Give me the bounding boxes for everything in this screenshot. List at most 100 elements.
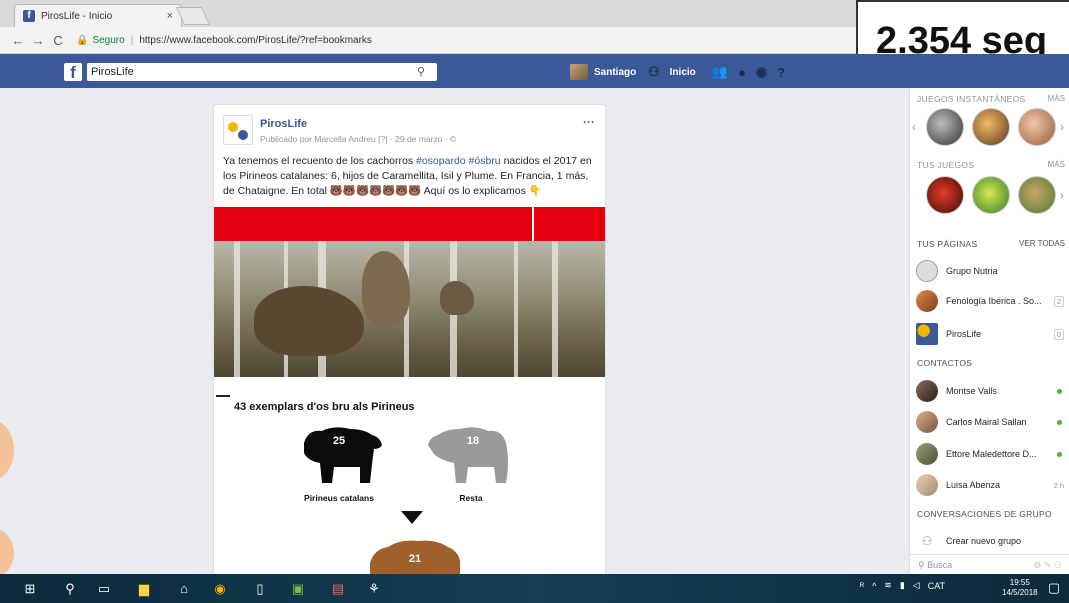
network-app-icon[interactable]: ⚘ [366,581,382,597]
friend-requests-icon[interactable]: 👥 [712,64,728,80]
game-thumb[interactable] [972,176,1010,214]
chevron-up-icon[interactable]: ^ [872,581,876,591]
last-active-time: 2 h [1053,480,1064,490]
notifications-icon[interactable]: ▢ [1046,580,1062,596]
reload-icon[interactable]: C [48,33,68,48]
photos-icon[interactable]: ▣ [290,581,306,597]
header-nav: ⚇ Inicio 👥 ● ◉ ? [648,63,795,81]
bear-gray-icon [428,427,508,483]
forward-icon[interactable]: → [28,33,48,48]
game-thumb[interactable] [972,108,1010,146]
task-view-icon[interactable]: ▭ [96,581,112,597]
contact-item[interactable]: Luisa Abenza 2 h [916,472,1068,498]
infographic-title: 43 exemplars d'os bru als Pirineus [234,401,415,413]
contact-item[interactable]: Montse Valls [916,378,1068,404]
post-options-icon[interactable]: ··· [583,115,595,129]
clock[interactable]: 19:55 14/5/2018 [1002,578,1038,598]
messages-icon[interactable]: ● [738,65,746,80]
page-count-badge: 0 [1053,328,1064,340]
contact-name: Carlos Mairal Sallan [946,417,1027,427]
contacts-heading: CONTACTOS [917,358,973,368]
sidebar-item-page[interactable]: Fenología Ibérica . So... 2 [916,288,1068,314]
tab-title: PirosLife - Inicio [41,10,113,22]
url-field[interactable]: 🔒 Seguro | https://www.facebook.com/Piro… [76,35,372,46]
online-indicator [1057,451,1062,457]
page-avatar [916,323,938,345]
avatar [916,443,938,465]
online-indicator [1057,419,1062,425]
profile-link[interactable]: Santiago [570,63,636,81]
system-tray: ᴿ ^ ≋ ▮ ◁ CAT [860,580,953,591]
find-friends-icon[interactable]: ⚇ [648,64,660,80]
battery-icon[interactable]: ▮ [900,580,905,591]
page-name-link[interactable]: PirosLife [260,118,307,130]
infographic-banner [214,207,605,241]
your-games-more-link[interactable]: MÁS [1048,160,1065,169]
bear-count-catalan: 25 [332,435,346,447]
avatar [916,474,938,496]
game-thumb[interactable] [1018,176,1056,214]
chat-search-placeholder: Busca [927,560,953,570]
create-group-button[interactable]: ⚇ Crear nuevo grupo [916,528,1068,554]
game-thumb[interactable] [926,176,964,214]
wifi-icon[interactable]: ≋ [884,580,892,591]
notepad-icon[interactable]: ▯ [252,581,268,597]
store-icon[interactable]: ⌂ [176,581,192,597]
bear-count-total: 21 [408,553,422,565]
contact-item[interactable]: Ettore Maledettore D... [916,441,1068,467]
notifications-icon[interactable]: ◉ [756,64,767,80]
file-explorer-icon[interactable]: ▆ [136,581,152,597]
sidebar-item-page[interactable]: PirosLife 0 [916,321,1068,347]
url-separator: | [130,34,134,46]
browser-tab[interactable]: f PirosLife - Inicio × [14,4,182,27]
chevron-left-icon[interactable]: ‹ [912,120,916,134]
avatar [570,64,588,80]
search-icon[interactable]: ⚲ [417,63,425,81]
contact-item[interactable]: Carlos Mairal Sallan [916,409,1068,435]
lock-icon: 🔒 [76,34,89,46]
facebook-logo-icon[interactable]: f [64,63,82,82]
bear-photo[interactable] [214,241,605,377]
user-name: Santiago [594,66,637,78]
create-group-label: Crear nuevo grupo [946,536,1022,546]
bear-label-rest: Resta [459,493,483,503]
game-thumb[interactable] [1018,108,1056,146]
post-text: Ya tenemos el recuento de los cachorros … [223,154,601,199]
chevron-right-icon[interactable]: › [1060,120,1064,134]
back-icon[interactable]: ← [8,33,28,48]
search-value: PirosLife [91,66,134,78]
powerpoint-icon[interactable]: ▤ [330,581,346,597]
people-icon[interactable]: ᴿ [860,581,864,591]
pages-see-all-link[interactable]: VER TODAS [1019,239,1065,248]
decorative-blob [0,420,14,480]
volume-icon[interactable]: ◁ [913,580,920,591]
home-link[interactable]: Inicio [670,67,696,78]
tab-close-icon[interactable]: × [167,10,173,22]
bear-count-rest: 18 [466,435,480,447]
hashtag-link[interactable]: #osopardo [416,155,466,167]
contact-name: Luisa Abenza [946,480,1001,490]
chat-search-input[interactable]: ⚲ Busca ⚙ ✎ ⚇ [910,554,1069,574]
language-indicator[interactable]: CAT [928,581,945,591]
game-thumb[interactable] [926,108,964,146]
secure-label: Seguro [92,34,125,46]
games-more-link[interactable]: MÁS [1048,94,1065,103]
group-conversations-heading: CONVERSACIONES DE GRUPO [917,509,1052,519]
clock-date: 14/5/2018 [1002,588,1038,597]
sidebar-item-page[interactable]: Grupo Nutria [916,258,1068,284]
chat-options-icon[interactable]: ⚙ ✎ ⚇ [1033,555,1062,575]
help-icon[interactable]: ? [777,65,785,80]
chevron-right-icon[interactable]: › [1060,188,1064,202]
hashtag-link[interactable]: #ósbru [469,155,501,167]
avatar [916,411,938,433]
search-input[interactable]: PirosLife ⚲ [87,63,437,81]
chrome-icon[interactable]: ◉ [212,581,228,597]
search-icon[interactable]: ⚲ [62,581,78,597]
page-logo-icon[interactable] [223,115,253,145]
online-indicator [1057,388,1062,394]
clock-time: 19:55 [1009,578,1030,587]
windows-start-icon[interactable]: ⊞ [22,581,38,597]
bear-label-catalan: Pirineus catalans [304,493,374,503]
page-name: PirosLife [946,329,982,339]
search-icon: ⚲ [918,560,928,570]
